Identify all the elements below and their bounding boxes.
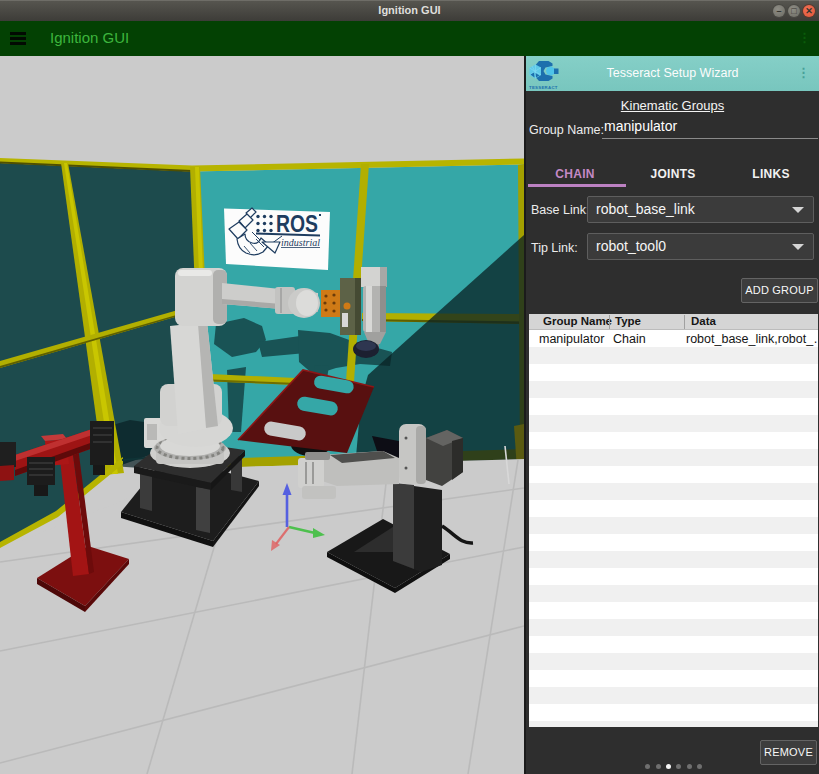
svg-text:ROS: ROS xyxy=(276,210,318,237)
svg-text:industrial: industrial xyxy=(281,237,320,248)
